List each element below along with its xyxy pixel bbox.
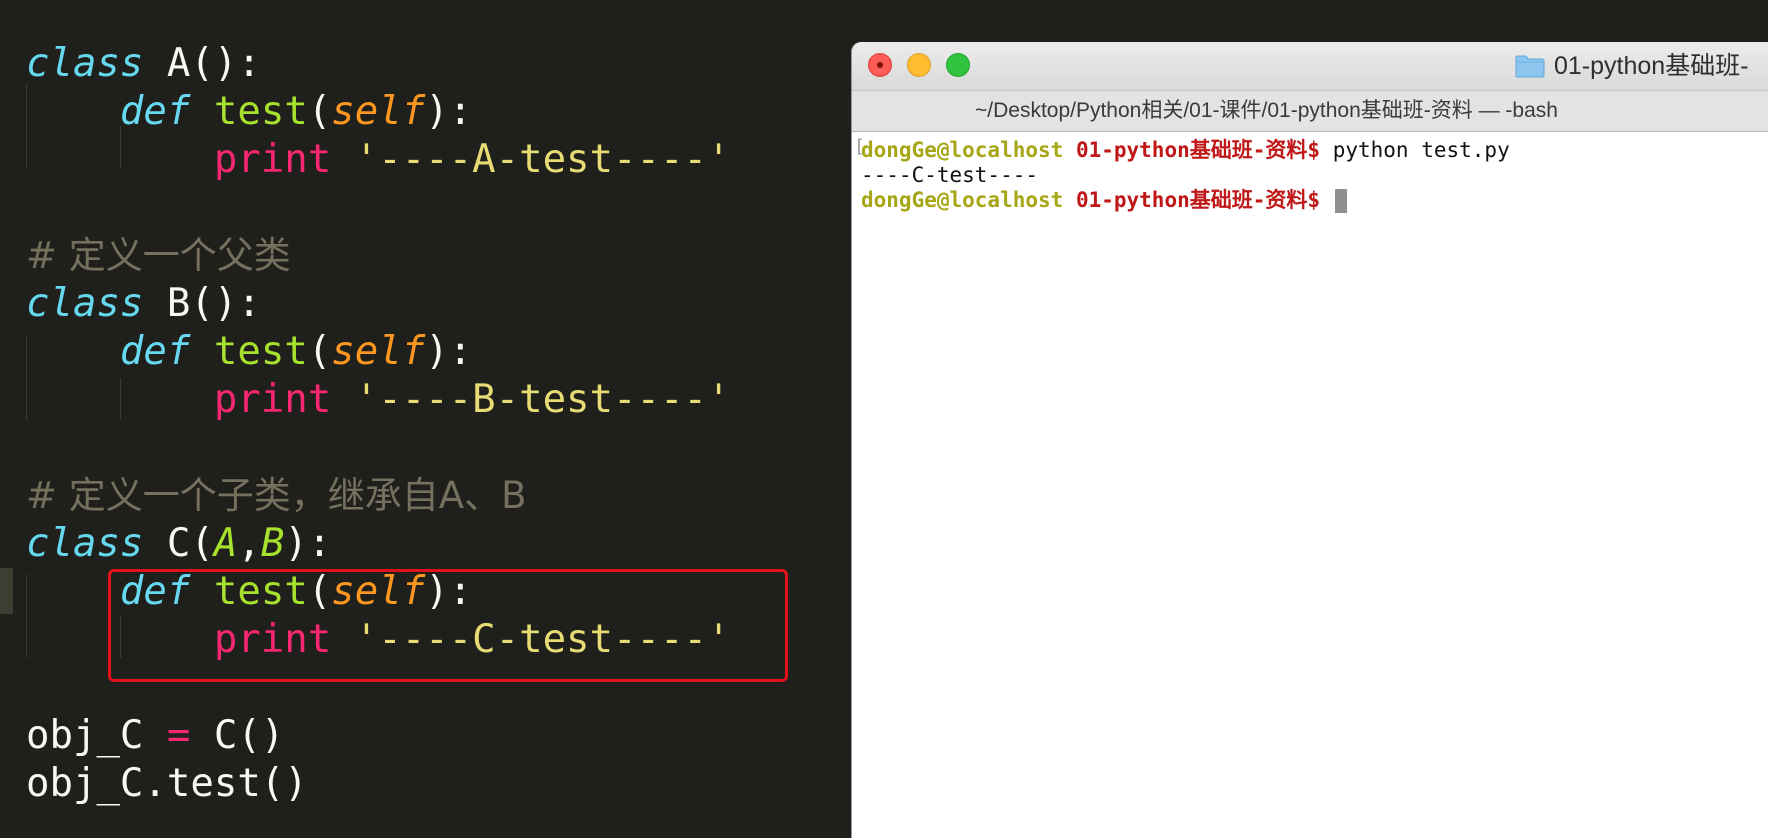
code-line: class A(): [26,40,261,88]
keyword-class: class [26,521,144,566]
function-name: test [213,89,308,134]
current-line-marker [0,568,13,614]
base-class: A [213,521,238,566]
close-button[interactable] [868,53,892,77]
command: python test.py [1332,138,1510,162]
paren: ( [307,329,332,374]
method-call: obj_C.test() [26,761,308,806]
screen: class A(): def test(self): print '----A-… [0,0,1768,838]
code-line: print '----B-test----' [26,376,731,424]
zoom-button[interactable] [946,53,970,77]
minimize-button[interactable] [907,53,931,77]
function-name: test [213,329,308,374]
comment: # 定义一个父类 [26,234,291,277]
keyword-class: class [26,41,144,86]
string-literal: '----A-test----' [354,137,731,182]
paren: ( [307,89,332,134]
folder-icon [1515,55,1545,78]
paren: ): [425,89,473,134]
prompt-symbol: $ [1307,138,1321,162]
keyword-print: print [213,377,332,422]
class-declaration: C( [143,521,214,566]
code-line: def test(self): [26,88,472,136]
code-line: def test(self): [26,328,472,376]
terminal-window[interactable]: 01-python基础班- ~/Desktop/Python相关/01-课件/0… [852,42,1768,838]
highlight-box [108,569,788,682]
string-literal: '----B-test----' [354,377,731,422]
prompt-user: dongGe@localhost [861,138,1064,162]
code-line: # 定义一个子类，继承自A、B [26,472,526,520]
code-line: # 定义一个父类 [26,232,291,280]
base-class: B [260,521,285,566]
terminal-line: dongGe@localhost 01-python基础班-资料$ python… [861,136,1510,164]
class-declaration: A(): [143,41,261,86]
code-editor[interactable]: class A(): def test(self): print '----A-… [0,0,852,838]
text-cursor [1334,189,1347,213]
code-line: print '----A-test----' [26,136,731,184]
title-bar[interactable]: 01-python基础班- [852,42,1768,90]
window-title: 01-python基础班- [1554,52,1749,80]
prompt-directory: 01-python基础班-资料 [1075,188,1308,212]
code-line: class C(A,B): [26,520,331,568]
paren: ): [425,329,473,374]
keyword-def: def [119,329,191,374]
keyword-def: def [119,89,191,134]
terminal-line: dongGe@localhost 01-python基础班-资料$ [861,186,1347,214]
class-declaration: B(): [143,281,261,326]
constructor-call: C() [190,713,285,758]
tab-title[interactable]: ~/Desktop/Python相关/01-课件/01-python基础班-资料… [975,91,1558,131]
keyword-class: class [26,281,144,326]
paren: ): [284,521,332,566]
terminal-output[interactable]: [ dongGe@localhost 01-python基础班-资料$ pyth… [852,132,1768,838]
command-output: ----C-test---- [861,163,1039,187]
prompt-user: dongGe@localhost [861,188,1064,212]
terminal-line: ----C-test---- [861,161,1038,189]
param-self: self [331,329,426,374]
code-line: obj_C.test() [26,760,308,808]
operator: = [166,713,191,758]
tab-bar[interactable]: ~/Desktop/Python相关/01-课件/01-python基础班-资料… [852,90,1768,132]
param-self: self [331,89,426,134]
comment: # 定义一个子类，继承自A、B [26,474,527,517]
prompt-symbol: $ [1307,188,1321,212]
comma: , [237,521,261,566]
keyword-print: print [213,137,332,182]
variable: obj_C [26,713,167,758]
prompt-directory: 01-python基础班-资料 [1075,138,1308,162]
code-line: obj_C = C() [26,712,284,760]
code-line: class B(): [26,280,261,328]
